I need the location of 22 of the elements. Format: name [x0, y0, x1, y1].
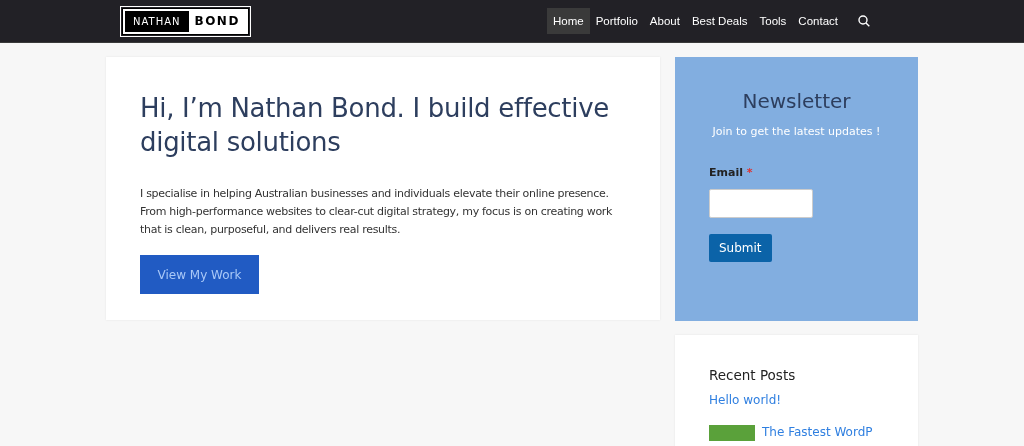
- hero-paragraph: I specialise in helping Australian businesses and individuals elevate their online presence. From high-performance websites to clear-cut digital strategy, my focus is on creating work that is clean, purposeful, and delivers real results.: [140, 186, 614, 238]
- nav-link[interactable]: Home: [546, 8, 590, 34]
- nav-link[interactable]: About: [643, 8, 686, 34]
- post-link[interactable]: The Fastest WordP: [762, 425, 873, 439]
- logo-text: NATHAN: [125, 10, 189, 32]
- nav-link[interactable]: Portfolio: [589, 8, 644, 34]
- recent-posts-title: Recent Posts: [709, 367, 797, 383]
- submit-button[interactable]: Submit: [709, 234, 772, 262]
- nav-link[interactable]: Contact: [792, 8, 844, 34]
- logo-text: BOND: [193, 14, 241, 28]
- search-icon[interactable]: [858, 15, 870, 27]
- logo[interactable]: NATHAN BOND: [122, 7, 249, 35]
- newsletter-title: Newsletter: [741, 89, 852, 113]
- nav-link[interactable]: Best Deals: [685, 8, 754, 34]
- post-link[interactable]: Hello world!: [709, 393, 782, 407]
- nav-link[interactable]: Tools: [753, 8, 793, 34]
- hero-heading: Hi, I’m Nathan Bond. I build effective digital solutions: [140, 92, 610, 159]
- view-work-button[interactable]: View My Work: [140, 255, 259, 294]
- required-mark: *: [746, 166, 753, 179]
- email-label: Email: [709, 166, 743, 179]
- email-field[interactable]: [709, 189, 813, 218]
- newsletter-subtitle: Join to get the latest updates !: [711, 125, 882, 138]
